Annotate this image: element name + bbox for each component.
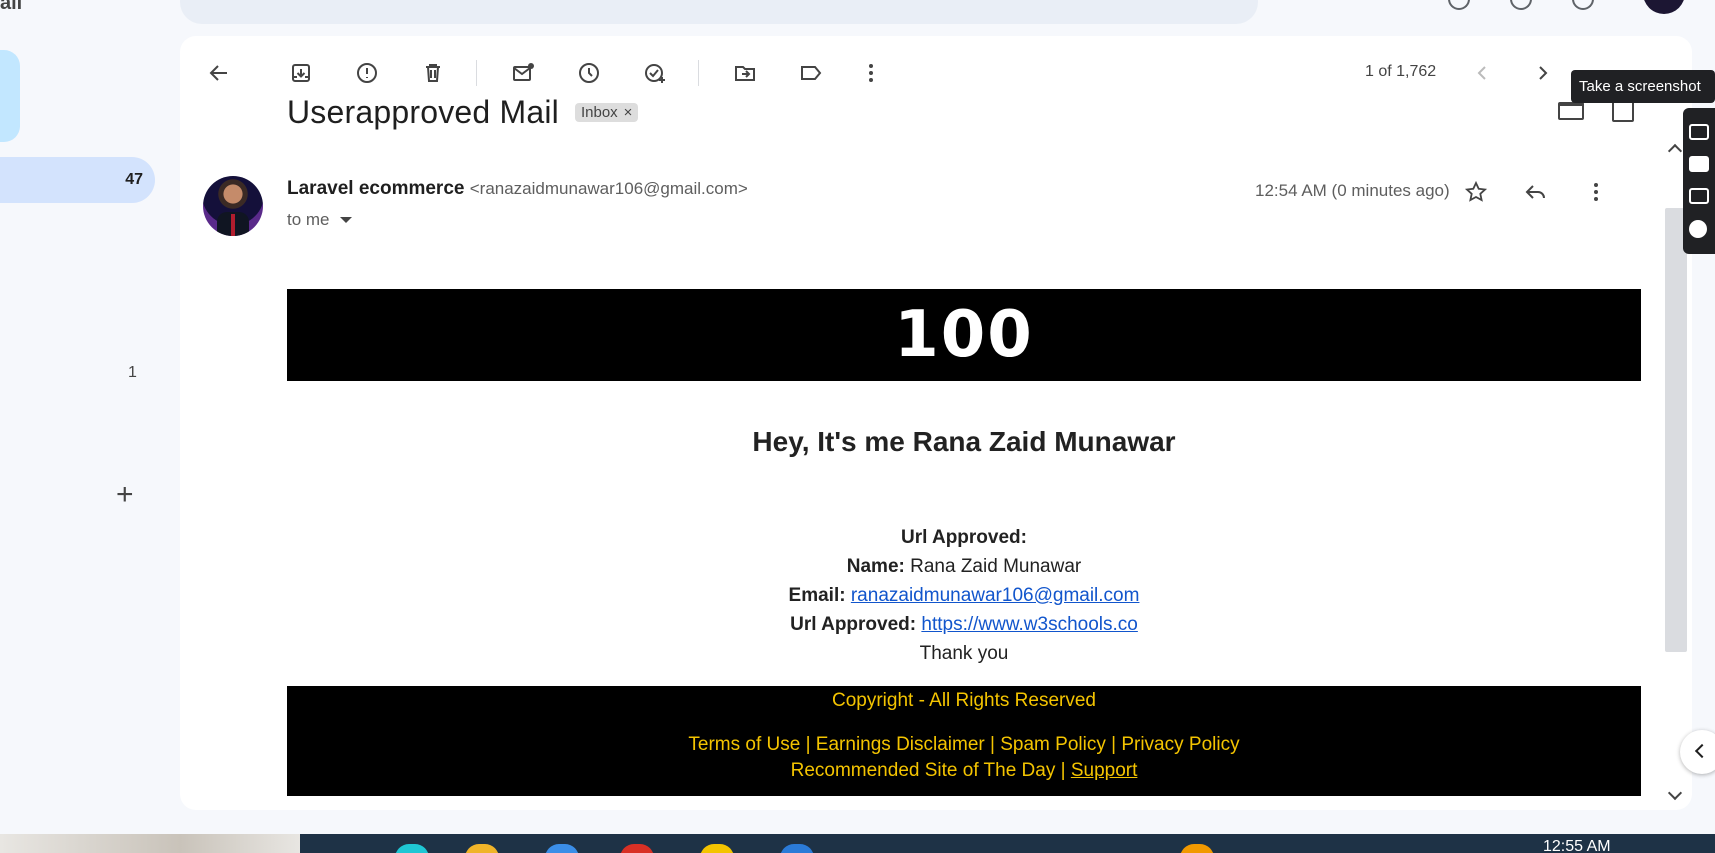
name-value: Rana Zaid Munawar xyxy=(910,556,1082,577)
footer-links[interactable]: Terms of Use | Earnings Disclaimer | Spa… xyxy=(287,734,1641,756)
scroll-down-icon[interactable] xyxy=(1667,785,1683,801)
avatar-tie xyxy=(231,214,235,236)
taskbar: 12:55 AM xyxy=(0,834,1715,853)
pagination-count: 1 of 1,762 xyxy=(1365,63,1437,80)
sidebar-item-count: 1 xyxy=(128,364,137,381)
taskbar-app-icon[interactable] xyxy=(545,844,579,853)
url-label: Url Approved: xyxy=(790,614,917,635)
scroll-up-icon[interactable] xyxy=(1667,143,1683,159)
add-task-icon[interactable] xyxy=(638,56,672,90)
toolbar-divider xyxy=(698,60,699,86)
newer-chevron-icon[interactable] xyxy=(1465,56,1499,90)
open-new-window-icon[interactable] xyxy=(1612,100,1634,122)
taskbar-folder-icon[interactable] xyxy=(465,844,499,853)
email-greeting: Hey, It's me Rana Zaid Munawar xyxy=(752,426,1176,457)
search-input[interactable] xyxy=(180,0,1258,24)
left-navigation: 47 1 + xyxy=(0,40,170,810)
settings-icon[interactable] xyxy=(1510,0,1532,10)
footer-copyright: Copyright - All Rights Reserved xyxy=(832,690,1096,711)
star-icon[interactable] xyxy=(1462,178,1490,206)
subject-row: Userapproved Mail Inbox × xyxy=(287,92,639,132)
video-icon[interactable] xyxy=(1689,156,1709,172)
approved-url-link[interactable]: https://www.w3schools.co xyxy=(921,614,1137,635)
help-icon[interactable] xyxy=(1448,0,1470,10)
move-to-icon[interactable] xyxy=(728,56,762,90)
taskbar-app-icon[interactable] xyxy=(700,844,734,853)
remove-label-icon[interactable]: × xyxy=(624,104,633,121)
delete-icon[interactable] xyxy=(416,56,450,90)
report-spam-icon[interactable] xyxy=(350,56,384,90)
taskbar-clock: 12:55 AM xyxy=(1543,838,1611,853)
recommended-text[interactable]: Recommended Site of The Day | xyxy=(791,760,1071,781)
reply-icon[interactable] xyxy=(1522,178,1550,206)
gear-icon[interactable] xyxy=(1689,220,1707,238)
window-icon[interactable] xyxy=(1689,188,1709,204)
scrollbar-thumb[interactable] xyxy=(1665,208,1687,652)
details-heading: Url Approved: xyxy=(901,527,1027,548)
toolbar-divider xyxy=(476,60,477,86)
older-chevron-icon[interactable] xyxy=(1526,56,1560,90)
desktop-wallpaper xyxy=(0,834,300,853)
print-icon[interactable] xyxy=(1558,102,1584,120)
sender-name[interactable]: Laravel ecommerce xyxy=(287,178,464,199)
inbox-label-chip[interactable]: Inbox × xyxy=(574,102,639,122)
mark-unread-icon[interactable] xyxy=(506,56,540,90)
approval-details: Url Approved: Name: Rana Zaid Munawar Em… xyxy=(287,523,1641,668)
screenshot-tooltip: Take a screenshot xyxy=(1571,70,1715,103)
label-chip-text: Inbox xyxy=(580,103,618,121)
taskbar-app-icon[interactable] xyxy=(1180,844,1214,853)
back-icon[interactable] xyxy=(202,56,236,90)
recipient-details[interactable]: to me xyxy=(287,210,352,230)
archive-icon[interactable] xyxy=(284,56,318,90)
sender-avatar[interactable] xyxy=(203,176,263,236)
sender-email: <ranazaidmunawar106@gmail.com> xyxy=(469,179,748,198)
compose-button[interactable] xyxy=(0,50,20,142)
email-footer: Copyright - All Rights Reserved Terms of… xyxy=(287,686,1641,796)
chevron-left-icon xyxy=(1694,743,1710,759)
banner-text: 100 xyxy=(894,298,1034,372)
sender-line: Laravel ecommerce <ranazaidmunawar106@gm… xyxy=(287,178,748,200)
taskbar-app-icon[interactable] xyxy=(780,844,814,853)
caret-down-icon[interactable] xyxy=(339,217,352,223)
camera-icon[interactable] xyxy=(1689,124,1709,140)
thank-you-text: Thank you xyxy=(919,643,1009,664)
account-avatar[interactable] xyxy=(1643,0,1685,14)
snooze-icon[interactable] xyxy=(572,56,606,90)
taskbar-chrome-icon[interactable] xyxy=(620,844,654,853)
apps-icon[interactable] xyxy=(1572,0,1594,10)
email-label: Email: xyxy=(788,585,846,606)
label-icon[interactable] xyxy=(794,56,828,90)
name-label: Name: xyxy=(846,556,905,577)
top-bar: ail xyxy=(0,0,1715,30)
more-options-icon[interactable] xyxy=(854,56,888,90)
sidebar-item-inbox[interactable]: 47 xyxy=(0,157,155,203)
message-subject: Userapproved Mail xyxy=(287,93,559,130)
message-view: 1 of 1,762 Userapproved Mail Inbox × Lar… xyxy=(180,36,1692,810)
recipient-text: to me xyxy=(287,210,330,229)
footer-recommended: Recommended Site of The Day | Support xyxy=(287,760,1641,782)
support-link[interactable]: Support xyxy=(1071,760,1138,781)
add-label-button[interactable]: + xyxy=(116,480,134,510)
more-message-options-icon[interactable] xyxy=(1582,178,1610,206)
inbox-count-badge: 47 xyxy=(125,171,143,188)
app-brand: ail xyxy=(0,0,23,14)
screenshot-tools-panel xyxy=(1683,108,1715,254)
email-banner: 100 xyxy=(287,289,1641,381)
message-timestamp: 12:54 AM (0 minutes ago) xyxy=(1255,181,1450,200)
email-link[interactable]: ranazaidmunawar106@gmail.com xyxy=(851,585,1140,606)
taskbar-app-icon[interactable] xyxy=(395,844,429,853)
